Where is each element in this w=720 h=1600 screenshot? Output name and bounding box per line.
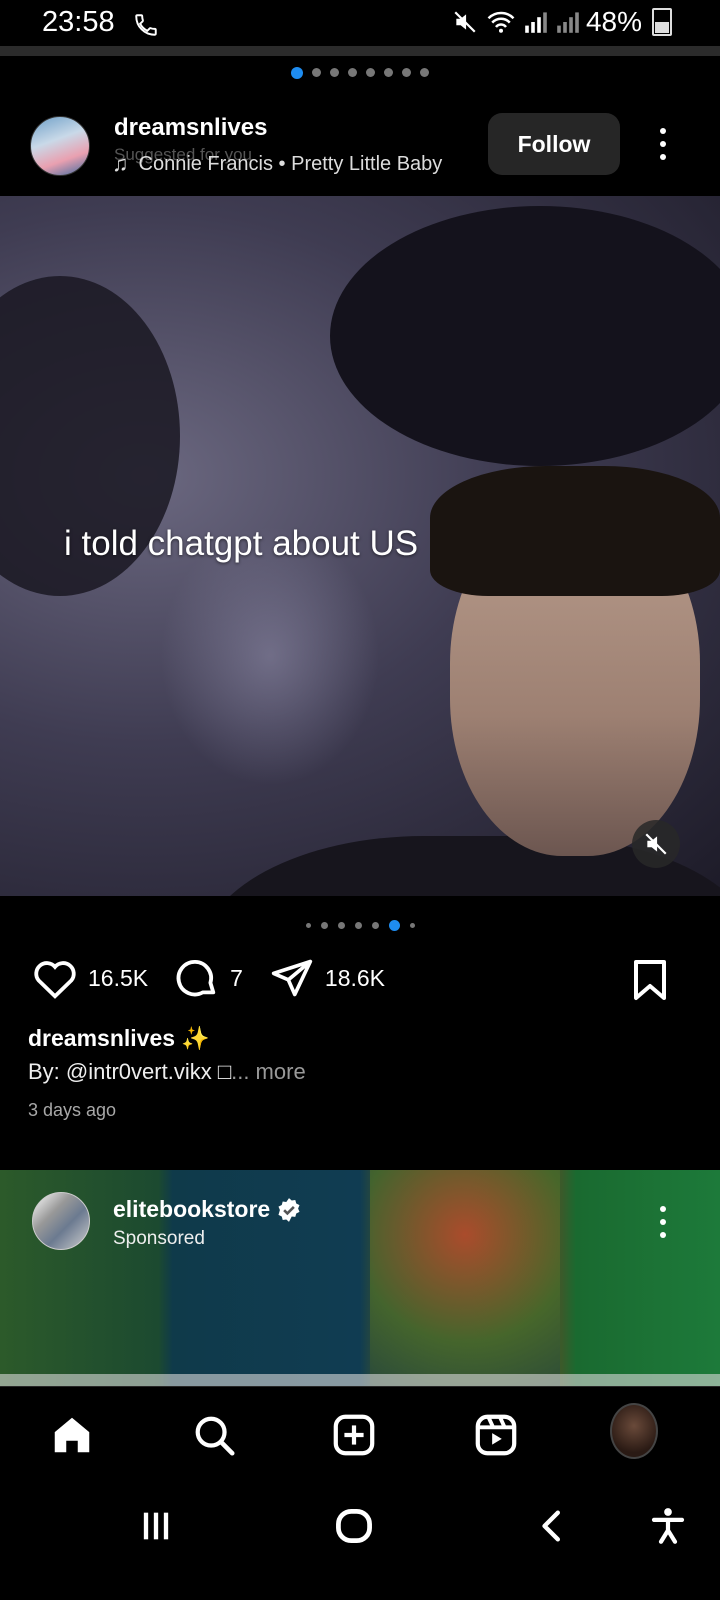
music-note-icon: ♫ bbox=[112, 151, 129, 176]
post-actions: 16.5K 7 18.6K bbox=[32, 955, 411, 1001]
carousel-dot bbox=[366, 68, 375, 77]
post-username[interactable]: dreamsnlives bbox=[114, 114, 267, 142]
carousel-dot bbox=[291, 67, 303, 79]
share-icon[interactable] bbox=[269, 956, 315, 1000]
signal-icon bbox=[557, 12, 579, 33]
share-action[interactable]: 18.6K bbox=[269, 956, 385, 1000]
caption[interactable]: By: @intr0vert.vikx □... more bbox=[28, 1059, 306, 1085]
caption-username[interactable]: dreamsnlives ✨ bbox=[28, 1025, 210, 1052]
reels-icon[interactable] bbox=[472, 1411, 520, 1459]
carousel-dot bbox=[312, 68, 321, 77]
carousel-dot-active bbox=[388, 920, 400, 931]
carousel-dot bbox=[420, 68, 429, 77]
carousel-dot bbox=[305, 923, 311, 928]
carousel-dot bbox=[409, 923, 415, 928]
sponsored-username-row[interactable]: elitebookstore bbox=[113, 1196, 302, 1223]
phone-call-icon bbox=[135, 14, 157, 36]
caption-more-link[interactable]: ... more bbox=[231, 1059, 306, 1084]
mute-toggle-button[interactable] bbox=[632, 820, 680, 868]
music-attribution[interactable]: ♫ Connie Francis • Pretty Little Baby bbox=[112, 151, 442, 177]
carousel-indicator-top bbox=[0, 67, 720, 79]
music-text: Connie Francis • Pretty Little Baby bbox=[138, 152, 443, 175]
recents-icon[interactable] bbox=[132, 1502, 180, 1550]
speaker-muted-icon bbox=[645, 833, 667, 855]
heart-icon[interactable] bbox=[32, 956, 78, 1000]
carousel-indicator bbox=[0, 920, 720, 931]
post-timestamp: 3 days ago bbox=[28, 1100, 117, 1120]
create-icon[interactable] bbox=[330, 1411, 378, 1459]
signal-icon bbox=[525, 12, 547, 33]
bookmark-icon[interactable] bbox=[632, 958, 668, 1002]
status-time: 23:58 bbox=[42, 6, 115, 38]
carousel-dot bbox=[330, 68, 339, 77]
media-overlay-text: i told chatgpt about US bbox=[64, 524, 419, 563]
post-author-avatar[interactable] bbox=[30, 116, 90, 176]
share-count: 18.6K bbox=[324, 964, 386, 991]
like-count: 16.5K bbox=[88, 964, 149, 991]
comment-count: 7 bbox=[230, 964, 243, 991]
like-action[interactable]: 16.5K bbox=[32, 956, 148, 1000]
wifi-icon bbox=[487, 11, 515, 33]
bottom-navigation bbox=[0, 1386, 720, 1483]
system-navigation bbox=[0, 1482, 720, 1600]
follow-button[interactable]: Follow bbox=[488, 113, 620, 175]
home-icon[interactable] bbox=[48, 1411, 96, 1459]
home-circle-icon[interactable] bbox=[330, 1502, 378, 1550]
back-icon[interactable] bbox=[528, 1502, 576, 1550]
sponsored-label: Sponsored bbox=[113, 1228, 205, 1249]
accessibility-icon[interactable] bbox=[644, 1502, 692, 1550]
top-strip bbox=[0, 46, 720, 56]
carousel-dot bbox=[384, 68, 393, 77]
post-media[interactable]: i told chatgpt about US bbox=[0, 196, 720, 896]
search-icon[interactable] bbox=[190, 1411, 238, 1459]
comment-action[interactable]: 7 bbox=[174, 955, 243, 1001]
carousel-dot bbox=[371, 922, 379, 929]
carousel-dot bbox=[402, 68, 411, 77]
caption-text: By: @intr0vert.vikx □ bbox=[28, 1059, 232, 1084]
carousel-dot bbox=[320, 922, 328, 929]
more-options-icon[interactable] bbox=[656, 1206, 670, 1238]
verified-badge-icon bbox=[278, 1197, 300, 1222]
battery-icon bbox=[652, 8, 672, 36]
carousel-dot bbox=[348, 68, 357, 77]
more-options-icon[interactable] bbox=[656, 128, 670, 160]
profile-avatar[interactable] bbox=[610, 1403, 658, 1459]
carousel-dot bbox=[354, 922, 362, 929]
mute-icon bbox=[454, 11, 476, 33]
sponsored-author-avatar[interactable] bbox=[32, 1192, 90, 1250]
sponsored-username: elitebookstore bbox=[113, 1196, 271, 1222]
carousel-dot bbox=[337, 922, 345, 929]
battery-percent: 48% bbox=[585, 6, 642, 37]
comment-icon[interactable] bbox=[174, 955, 220, 1001]
sponsored-post-media[interactable] bbox=[0, 1170, 720, 1386]
profile-avatar-image bbox=[610, 1403, 658, 1459]
status-right: 48% bbox=[452, 6, 672, 38]
